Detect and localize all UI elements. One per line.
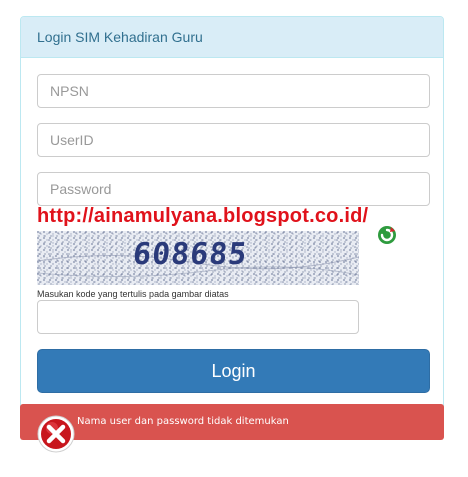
panel-title: Login SIM Kehadiran Guru: [21, 17, 443, 58]
login-button[interactable]: Login: [37, 349, 430, 393]
alert-message: Nama user dan password tidak ditemukan: [77, 416, 289, 427]
login-panel: Login SIM Kehadiran Guru 6: [20, 16, 444, 414]
refresh-captcha-icon[interactable]: [375, 223, 399, 247]
captcha-code: 608685: [131, 237, 250, 272]
captcha-input[interactable]: [37, 300, 359, 334]
captcha-image: 608685: [37, 231, 359, 285]
watermark-url: http://ainamulyana.blogspot.co.id/: [37, 205, 369, 227]
error-alert: Nama user dan password tidak ditemukan: [20, 404, 444, 440]
npsn-input[interactable]: [37, 74, 430, 108]
close-circle-icon: [36, 414, 76, 454]
userid-input[interactable]: [37, 123, 430, 157]
password-input[interactable]: [37, 172, 430, 206]
captcha-hint: Masukan kode yang tertulis pada gambar d…: [37, 289, 229, 299]
